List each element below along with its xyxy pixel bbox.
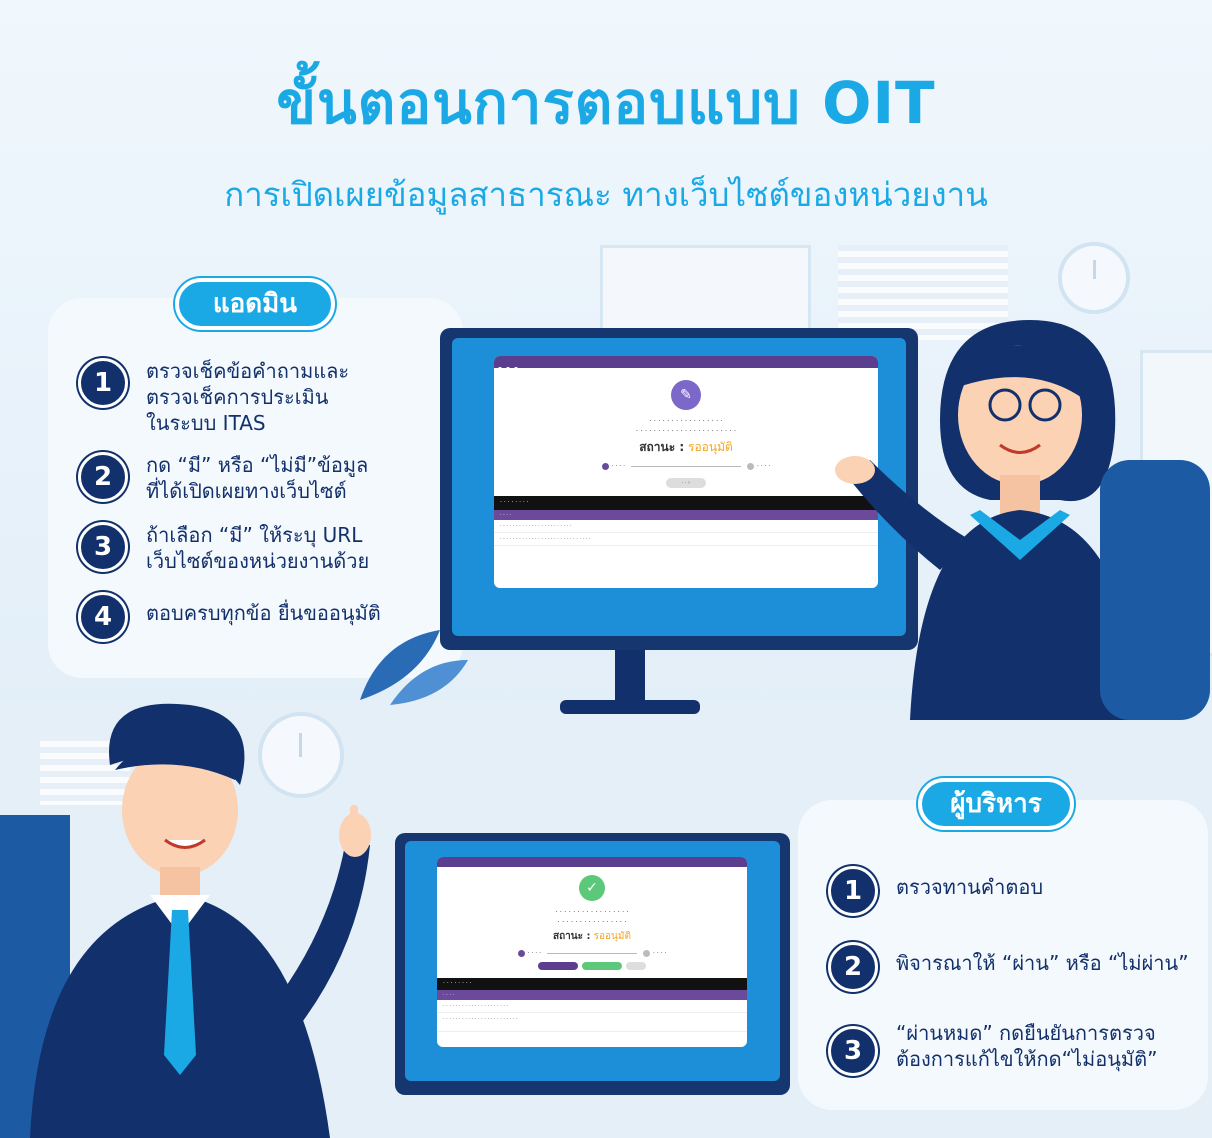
step-text: ตรวจทานคำตอบ bbox=[896, 875, 1044, 899]
screen-subheading: · · · · · · · · · · · · · · · · · · · · … bbox=[635, 427, 737, 435]
screen-table-header: · · · · bbox=[437, 990, 747, 1000]
screen-heading: · · · · · · · · · · · · · · · · · bbox=[555, 908, 629, 916]
step-text: ถ้าเลือก “มี” ให้ระบุ URL เว็บไซต์ของหน่… bbox=[146, 523, 370, 573]
screen-progress: · · · · · · · · bbox=[437, 950, 747, 957]
screen-section-header: · · · · · · · · bbox=[437, 978, 747, 990]
screen-action-buttons bbox=[437, 962, 747, 970]
page-title: ขั้นตอนการตอบแบบ OIT bbox=[276, 69, 936, 137]
table-row: · · · · · · · · · · · · · · · · · · · · … bbox=[494, 520, 878, 533]
check-icon: ✓ bbox=[586, 880, 598, 896]
executive-label: ผู้บริหาร bbox=[918, 778, 1074, 830]
executive-step-2: 2 พิจารณาให้ “ผ่าน” หรือ “ไม่ผ่าน” bbox=[828, 942, 1189, 992]
status-value: รออนุมัติ bbox=[593, 931, 631, 942]
screen-titlebar bbox=[437, 857, 747, 872]
infographic: ขั้นตอนการตอบแบบ OIT การเปิดเผยข้อมูลสาธ… bbox=[0, 0, 1212, 1138]
table-row: · · · · · · · · · · · · · · · · · · · · … bbox=[437, 1000, 747, 1013]
page-subtitle: การเปิดเผยข้อมูลสาธารณะ ทางเว็บไซต์ของหน… bbox=[224, 175, 988, 214]
screen-titlebar bbox=[494, 356, 878, 371]
screen-status: สถานะ : รออนุมัติ bbox=[553, 931, 631, 942]
status-value: รออนุมัติ bbox=[688, 440, 733, 454]
step-text: พิจารณาให้ “ผ่าน” หรือ “ไม่ผ่าน” bbox=[896, 951, 1189, 975]
executive-monitor: ✓ · · · · · · · · · · · · · · · · · · · … bbox=[395, 833, 790, 1095]
step-number: 4 bbox=[78, 592, 128, 642]
pencil-icon: ✎ bbox=[680, 387, 692, 403]
man-illustration bbox=[0, 695, 400, 1138]
admin-label: แอดมิน bbox=[175, 278, 335, 330]
step-text: ตรวจเช็คข้อคำถามและ ตรวจเช็คการประเมิน ใ… bbox=[146, 359, 350, 435]
admin-step-1: 1 ตรวจเช็คข้อคำถามและ ตรวจเช็คการประเมิน… bbox=[78, 358, 349, 436]
step-text: “ผ่านหมด” กดยืนยันการตรวจ ต้องการแก้ไขให… bbox=[896, 1021, 1158, 1071]
monitor-bezel: ✓ · · · · · · · · · · · · · · · · · · · … bbox=[405, 841, 780, 1081]
admin-screen: ✎ · · · · · · · · · · · · · · · · · · · … bbox=[494, 356, 878, 588]
screen-subheading: · · · · · · · · · · · · · · · · bbox=[557, 918, 627, 926]
wall-clock-icon bbox=[1058, 242, 1130, 314]
step-number: 2 bbox=[828, 942, 878, 992]
step-number: 3 bbox=[828, 1026, 878, 1076]
executive-screen: ✓ · · · · · · · · · · · · · · · · · · · … bbox=[437, 857, 747, 1047]
screen-section-header: · · · · · · · · bbox=[494, 496, 878, 510]
table-row: · · · · · · · · · · · · · · · · · · · · … bbox=[494, 533, 878, 546]
step-number: 1 bbox=[78, 358, 128, 408]
screen-next-button: · · › bbox=[666, 478, 706, 488]
screen-heading: · · · · · · · · · · · · · · · · · bbox=[649, 417, 723, 425]
screen-table-header: · · · · bbox=[494, 510, 878, 520]
step-number: 3 bbox=[78, 522, 128, 572]
step-text: ตอบครบทุกข้อ ยื่นขออนุมัติ bbox=[146, 601, 381, 625]
admin-step-2: 2 กด “มี” หรือ “ไม่มี”ข้อมูล ที่ได้เปิดเ… bbox=[78, 452, 368, 504]
admin-step-3: 3 ถ้าเลือก “มี” ให้ระบุ URL เว็บไซต์ของห… bbox=[78, 522, 369, 574]
executive-step-1: 1 ตรวจทานคำตอบ bbox=[828, 866, 1043, 916]
table-row: · · · · · · · · · · · · · · · · · · · · … bbox=[437, 1013, 747, 1032]
monitor-base bbox=[560, 700, 700, 714]
executive-step-3: 3 “ผ่านหมด” กดยืนยันการตรวจ ต้องการแก้ไข… bbox=[828, 1020, 1157, 1076]
step-number: 1 bbox=[828, 866, 878, 916]
step-number: 2 bbox=[78, 452, 128, 502]
screen-logo: ✎ bbox=[671, 380, 701, 410]
woman-illustration bbox=[830, 310, 1210, 720]
screen-status: สถานะ : รออนุมัติ bbox=[639, 440, 733, 454]
admin-step-4: 4 ตอบครบทุกข้อ ยื่นขออนุมัติ bbox=[78, 592, 381, 642]
step-text: กด “มี” หรือ “ไม่มี”ข้อมูล ที่ได้เปิดเผย… bbox=[146, 453, 369, 503]
screen-logo: ✓ bbox=[579, 875, 605, 901]
screen-progress: · · · · · · · · bbox=[494, 463, 878, 470]
